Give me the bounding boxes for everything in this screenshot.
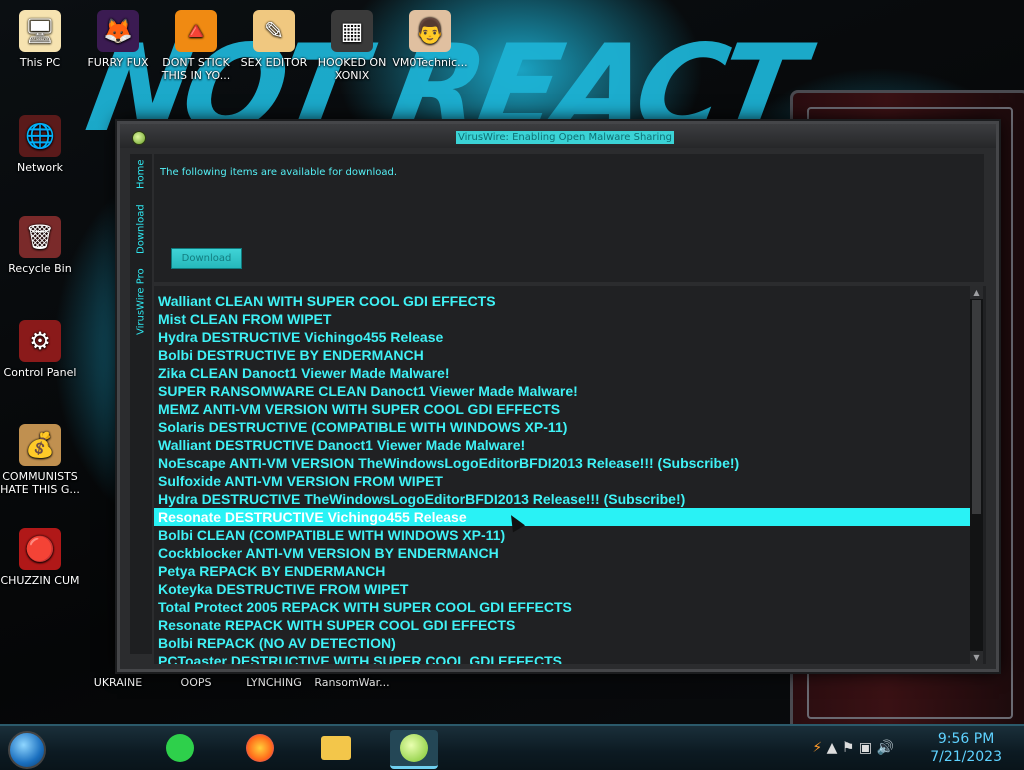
desktop-icon-furry-fux[interactable]: 🦊 FURRY FUX bbox=[78, 10, 158, 69]
person-icon: 👨 bbox=[409, 10, 451, 52]
taskbar-notes-app[interactable] bbox=[156, 730, 204, 766]
desktop-icon-this-pc[interactable]: 🖥 This PC bbox=[0, 10, 80, 69]
download-panel: The following items are available for do… bbox=[154, 154, 984, 282]
desktop-icon-hooked-on-xonix[interactable]: ▦ HOOKED ON XONIX bbox=[312, 10, 392, 82]
network-icon: 🌐 bbox=[19, 115, 61, 157]
list-item[interactable]: Walliant DESTRUCTIVE Danoct1 Viewer Made… bbox=[154, 436, 970, 454]
editor-icon: ✎ bbox=[253, 10, 295, 52]
list-item[interactable]: Sulfoxide ANTI-VM VERSION FROM WIPET bbox=[154, 472, 970, 490]
taskbar-firefox[interactable] bbox=[236, 730, 284, 766]
notes-icon bbox=[166, 734, 194, 762]
list-item[interactable]: Resonate REPACK WITH SUPER COOL GDI EFFE… bbox=[154, 616, 970, 634]
list-item[interactable]: Petya REPACK BY ENDERMANCH bbox=[154, 562, 970, 580]
list-item[interactable]: Koteyka DESTRUCTIVE FROM WIPET bbox=[154, 580, 970, 598]
list-item[interactable]: Resonate DESTRUCTIVE Vichingo455 Release bbox=[154, 508, 970, 526]
malware-list-items: Walliant CLEAN WITH SUPER COOL GDI EFFEC… bbox=[154, 292, 970, 664]
desktop-icon-network[interactable]: 🌐 Network bbox=[0, 115, 80, 174]
app-icon bbox=[132, 131, 146, 145]
control-panel-icon: ⚙ bbox=[19, 320, 61, 362]
tab-viruswire-pro[interactable]: VirusWire Pro bbox=[130, 264, 152, 340]
xonix-icon: ▦ bbox=[331, 10, 373, 52]
clock-time: 9:56 PM bbox=[937, 731, 995, 747]
desktop-icon-dont-stick[interactable]: 🔺 DONT STICK THIS IN YO... bbox=[156, 10, 236, 82]
money-bag-icon: 💰 bbox=[19, 424, 61, 466]
desktop-icon-communists[interactable]: 💰 COMMUNISTS HATE THIS G... bbox=[0, 424, 80, 496]
scroll-thumb[interactable] bbox=[972, 300, 981, 514]
viruswire-icon bbox=[400, 734, 428, 762]
vertical-tab-bar: Home Download VirusWire Pro bbox=[130, 154, 152, 654]
start-button[interactable] bbox=[8, 731, 46, 769]
volume-icon[interactable]: 🔊 bbox=[877, 740, 894, 756]
desktop-icon-ransomware[interactable]: RansomWar... bbox=[312, 676, 392, 689]
security-icon[interactable]: ⚡ bbox=[812, 740, 822, 756]
folder-icon bbox=[321, 736, 351, 760]
tab-download[interactable]: Download bbox=[130, 200, 152, 258]
taskbar: ⚡ ▲ ⚑ ▣ 🔊 9:56 PM 7/21/2023 bbox=[0, 724, 1024, 770]
desktop-icon-control-panel[interactable]: ⚙ Control Panel bbox=[0, 320, 80, 379]
chevron-up-icon[interactable]: ▲ bbox=[827, 740, 838, 756]
vlc-icon: 🔺 bbox=[175, 10, 217, 52]
taskbar-file-explorer[interactable] bbox=[312, 730, 360, 766]
intro-text: The following items are available for do… bbox=[160, 167, 398, 178]
list-item[interactable]: Total Protect 2005 REPACK WITH SUPER COO… bbox=[154, 598, 970, 616]
list-item[interactable]: Solaris DESTRUCTIVE (COMPATIBLE WITH WIN… bbox=[154, 418, 970, 436]
system-tray: ⚡ ▲ ⚑ ▣ 🔊 bbox=[812, 740, 894, 756]
desktop-icon-recycle-bin[interactable]: 🗑 Recycle Bin bbox=[0, 216, 80, 275]
window-title: VirusWire: Enabling Open Malware Sharing bbox=[456, 131, 674, 144]
tab-home[interactable]: Home bbox=[130, 154, 152, 194]
desktop-icon-lynching[interactable]: LYNCHING bbox=[234, 676, 314, 689]
list-item[interactable]: Bolbi DESTRUCTIVE BY ENDERMANCH bbox=[154, 346, 970, 364]
list-item[interactable]: Hydra DESTRUCTIVE TheWindowsLogoEditorBF… bbox=[154, 490, 970, 508]
flag-icon[interactable]: ⚑ bbox=[842, 740, 855, 756]
list-item[interactable]: NoEscape ANTI-VM VERSION TheWindowsLogoE… bbox=[154, 454, 970, 472]
desktop-icon-ukraine[interactable]: UKRAINE bbox=[78, 676, 158, 689]
taskbar-viruswire[interactable] bbox=[390, 730, 438, 769]
list-item[interactable]: Mist CLEAN FROM WIPET bbox=[154, 310, 970, 328]
list-item[interactable]: SUPER RANSOMWARE CLEAN Danoct1 Viewer Ma… bbox=[154, 382, 970, 400]
clock[interactable]: 9:56 PM 7/21/2023 bbox=[930, 730, 1002, 766]
network-tray-icon[interactable]: ▣ bbox=[859, 740, 872, 756]
viruswire-window: VirusWire: Enabling Open Malware Sharing… bbox=[117, 121, 999, 672]
chuzzle-icon: 🔴 bbox=[19, 528, 61, 570]
list-item[interactable]: Cockblocker ANTI-VM VERSION BY ENDERMANC… bbox=[154, 544, 970, 562]
list-item[interactable]: Bolbi CLEAN (COMPATIBLE WITH WINDOWS XP-… bbox=[154, 526, 970, 544]
title-bar[interactable]: VirusWire: Enabling Open Malware Sharing bbox=[120, 124, 996, 148]
scroll-up-icon[interactable]: ▲ bbox=[970, 286, 983, 299]
firefox-icon: 🦊 bbox=[97, 10, 139, 52]
desktop-icon-vm0technic[interactable]: 👨 VM0Technic... bbox=[390, 10, 470, 69]
list-item[interactable]: Zika CLEAN Danoct1 Viewer Made Malware! bbox=[154, 364, 970, 382]
recycle-bin-icon: 🗑 bbox=[19, 216, 61, 258]
firefox-icon bbox=[246, 734, 274, 762]
list-item[interactable]: Hydra DESTRUCTIVE Vichingo455 Release bbox=[154, 328, 970, 346]
list-item[interactable]: Walliant CLEAN WITH SUPER COOL GDI EFFEC… bbox=[154, 292, 970, 310]
desktop-icon-sex-editor[interactable]: ✎ SEX EDITOR bbox=[234, 10, 314, 69]
list-item[interactable]: PCToaster DESTRUCTIVE WITH SUPER COOL GD… bbox=[154, 652, 970, 664]
clock-date: 7/21/2023 bbox=[930, 749, 1002, 765]
this-pc-icon: 🖥 bbox=[19, 10, 61, 52]
list-item[interactable]: MEMZ ANTI-VM VERSION WITH SUPER COOL GDI… bbox=[154, 400, 970, 418]
list-item[interactable]: Bolbi REPACK (NO AV DETECTION) bbox=[154, 634, 970, 652]
desktop-icon-chuzzin-cum[interactable]: 🔴 CHUZZIN CUM bbox=[0, 528, 80, 587]
malware-list[interactable]: Walliant CLEAN WITH SUPER COOL GDI EFFEC… bbox=[154, 286, 986, 664]
desktop-icon-oops[interactable]: OOPS bbox=[156, 676, 236, 689]
scroll-down-icon[interactable]: ▼ bbox=[970, 651, 983, 664]
download-button[interactable]: Download bbox=[171, 248, 242, 269]
vertical-scrollbar[interactable]: ▲ ▼ bbox=[970, 286, 983, 664]
